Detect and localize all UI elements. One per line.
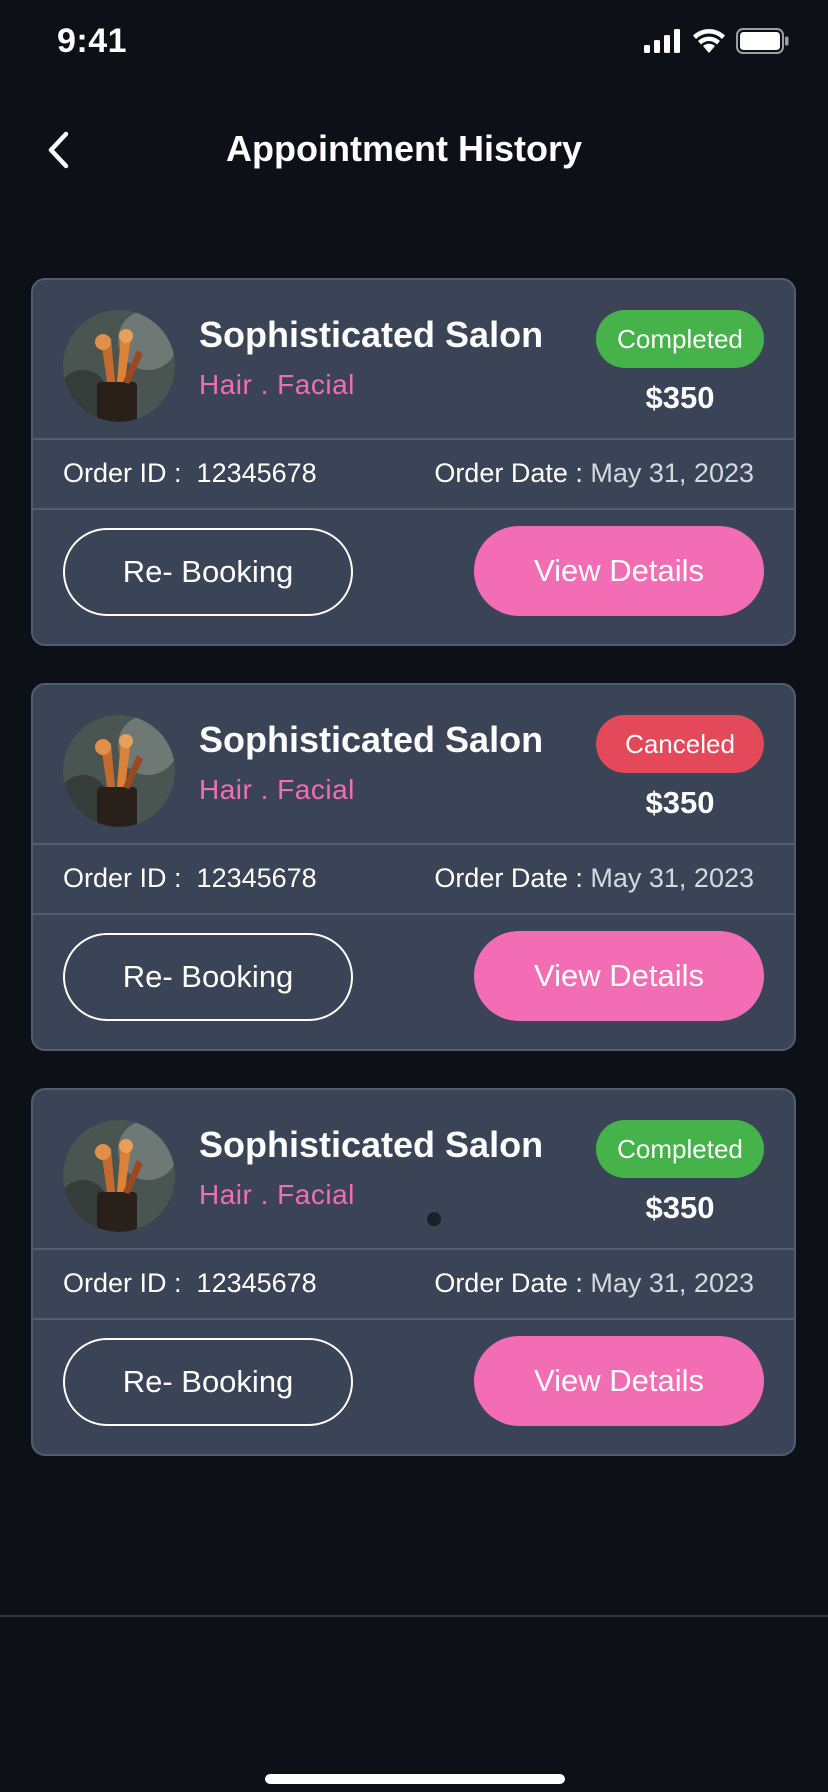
order-id-label: Order ID : — [63, 458, 182, 488]
status-icons — [644, 28, 790, 54]
order-id-label: Order ID : — [63, 1268, 182, 1298]
order-id-value: 12345678 — [196, 863, 317, 893]
rebooking-button[interactable]: Re- Booking — [63, 1338, 353, 1426]
bottom-divider — [0, 1615, 828, 1617]
order-date-value: May 31, 2023 — [590, 863, 754, 893]
home-indicator[interactable] — [265, 1774, 565, 1784]
salon-avatar — [63, 310, 175, 422]
order-id: Order ID : 12345678 — [63, 458, 317, 489]
view-details-button[interactable]: View Details — [474, 931, 764, 1021]
salon-name: Sophisticated Salon — [199, 1124, 544, 1165]
appointment-card: Sophisticated Salon Hair . Facial Cancel… — [31, 683, 796, 1051]
order-date-label: Order Date : — [434, 863, 583, 893]
order-id-value: 12345678 — [196, 458, 317, 488]
order-id: Order ID : 12345678 — [63, 863, 317, 894]
salon-avatar — [63, 715, 175, 827]
order-id: Order ID : 12345678 — [63, 1268, 317, 1299]
order-id-value: 12345678 — [196, 1268, 317, 1298]
status-time: 9:41 — [57, 22, 128, 60]
order-date-value: May 31, 2023 — [590, 458, 754, 488]
card-actions: Re- Booking View Details — [33, 915, 794, 1051]
salon-name: Sophisticated Salon — [199, 314, 544, 355]
price: $350 — [645, 1190, 715, 1225]
order-date: Order Date : May 31, 2023 — [434, 458, 754, 489]
salon-services: Hair . Facial — [199, 1179, 355, 1210]
salon-services: Hair . Facial — [199, 774, 355, 805]
status-badge: Completed — [596, 1120, 764, 1178]
order-id-label: Order ID : — [63, 863, 182, 893]
status-badge: Canceled — [596, 715, 764, 773]
card-actions: Re- Booking View Details — [33, 1320, 794, 1456]
order-info-row: Order ID : 12345678 Order Date : May 31,… — [33, 440, 794, 508]
card-header: Sophisticated Salon Hair . Facial Cancel… — [33, 685, 794, 843]
view-details-button[interactable]: View Details — [474, 1336, 764, 1426]
order-info-row: Order ID : 12345678 Order Date : May 31,… — [33, 845, 794, 913]
salon-name: Sophisticated Salon — [199, 719, 544, 760]
rebooking-button[interactable]: Re- Booking — [63, 528, 353, 616]
signal-icon — [644, 29, 680, 53]
status-bar: 9:41 — [0, 0, 828, 90]
salon-services: Hair . Facial — [199, 369, 355, 400]
order-date-label: Order Date : — [434, 458, 583, 488]
order-date-value: May 31, 2023 — [590, 1268, 754, 1298]
order-date-label: Order Date : — [434, 1268, 583, 1298]
appointment-card: Sophisticated Salon Hair . Facial Comple… — [31, 278, 796, 646]
price: $350 — [645, 380, 715, 415]
header: Appointment History — [0, 110, 828, 190]
wifi-icon — [693, 29, 725, 53]
card-header: Sophisticated Salon Hair . Facial Comple… — [33, 1090, 794, 1248]
card-header: Sophisticated Salon Hair . Facial Comple… — [33, 280, 794, 438]
rebooking-button[interactable]: Re- Booking — [63, 933, 353, 1021]
appointment-card: Sophisticated Salon Hair . Facial Comple… — [31, 1088, 796, 1456]
card-actions: Re- Booking View Details — [33, 510, 794, 646]
order-date: Order Date : May 31, 2023 — [434, 1268, 754, 1299]
salon-avatar — [63, 1120, 175, 1232]
page-title: Appointment History — [226, 128, 582, 169]
view-details-button[interactable]: View Details — [474, 526, 764, 616]
order-date: Order Date : May 31, 2023 — [434, 863, 754, 894]
battery-icon — [736, 28, 789, 54]
status-badge: Completed — [596, 310, 764, 368]
price: $350 — [645, 785, 715, 820]
decorative-dot — [427, 1212, 441, 1226]
order-info-row: Order ID : 12345678 Order Date : May 31,… — [33, 1250, 794, 1318]
